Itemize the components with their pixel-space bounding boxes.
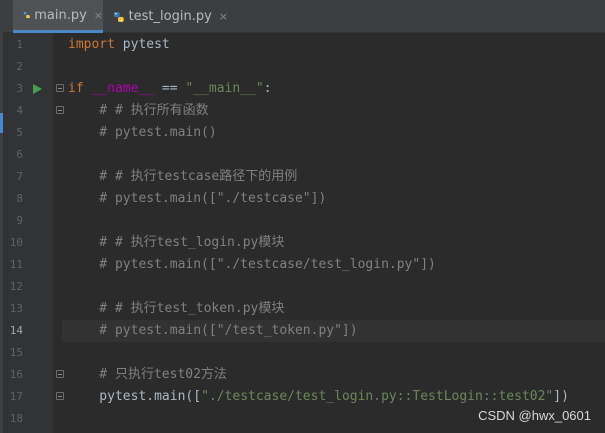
code-line-area[interactable]: if __name__ == "__main__": (62, 78, 605, 100)
line-number: 3 (16, 82, 23, 95)
tab-main-py[interactable]: main.py × (13, 0, 103, 33)
code-line-area[interactable]: # # 执行testcase路径下的用例 (62, 166, 605, 188)
line-number: 13 (9, 302, 23, 315)
line-number: 8 (16, 192, 23, 205)
code-string: "./testcase/test_login.py::TestLogin::te… (201, 389, 554, 404)
code-line[interactable]: pytest.main(["./testcase/test_login.py::… (0, 386, 605, 408)
code-text: # 只执行test02方法 (68, 364, 227, 386)
code-line-area[interactable] (62, 276, 605, 298)
code-string: "__main__" (185, 81, 264, 96)
code-line[interactable]: 6 (0, 144, 605, 166)
code-token: : (263, 81, 272, 96)
close-icon[interactable]: × (94, 9, 103, 22)
code-line-area[interactable]: # pytest.main() (62, 122, 605, 144)
code-line[interactable]: import pytest 1 (0, 34, 605, 56)
watermark: CSDN @hwx_0601 (478, 408, 591, 423)
code-line-area[interactable]: # 只执行test02方法 (62, 364, 605, 386)
code-line-area[interactable]: # pytest.main(["./testcase/test_login.py… (62, 254, 605, 276)
tab-label: main.py (34, 7, 87, 23)
code-comment: # pytest.main(["./testcase"]) (68, 191, 327, 206)
code-text: # pytest.main(["./testcase/test_login.py… (68, 254, 436, 276)
code-line[interactable]: 12 (0, 276, 605, 298)
run-icon[interactable] (33, 84, 42, 94)
code-dunder: __name__ (91, 81, 155, 96)
code-text: # # 执行test_login.py模块 (68, 232, 284, 254)
code-text: # pytest.main(["./testcase"]) (68, 188, 326, 210)
fold-icon[interactable] (56, 370, 64, 378)
line-number: 17 (9, 390, 23, 403)
code-line[interactable]: 9 (0, 210, 605, 232)
code-comment: # # 执行所有函数 (68, 103, 209, 118)
line-number: 4 (16, 104, 23, 117)
code-line-area[interactable] (62, 144, 605, 166)
code-comment: # pytest.main() (68, 125, 217, 140)
code-line-area[interactable]: # # 执行test_token.py模块 (62, 298, 605, 320)
code-comment: # # 执行test_login.py模块 (68, 235, 285, 250)
tab-test-login-py[interactable]: test_login.py × (103, 0, 228, 33)
code-text: # # 执行testcase路径下的用例 (68, 166, 297, 188)
code-token: ]) (553, 389, 569, 404)
line-number: 1 (16, 38, 23, 51)
code-text: # # 执行所有函数 (68, 100, 209, 122)
code-comment: # # 执行test_token.py模块 (68, 301, 285, 316)
code-line[interactable]: # # 执行test_token.py模块 13 (0, 298, 605, 320)
code-line-area[interactable]: # pytest.main(["/test_token.py"]) (62, 320, 605, 342)
line-number: 10 (9, 236, 23, 249)
code-text: if __name__ == "__main__": (68, 78, 272, 100)
line-number: 14 (9, 324, 23, 337)
python-file-icon (113, 11, 124, 22)
line-number: 9 (16, 214, 23, 227)
code-token: pytest (114, 37, 170, 52)
line-number: 2 (16, 60, 23, 73)
code-line[interactable]: # pytest.main(["/test_token.py"]) 14 (0, 320, 605, 342)
code-line[interactable]: # pytest.main(["./testcase/test_login.py… (0, 254, 605, 276)
line-number: 18 (9, 412, 23, 425)
code-keyword: if (68, 81, 84, 96)
fold-icon[interactable] (56, 84, 64, 92)
code-line[interactable]: 15 (0, 342, 605, 364)
code-line-area[interactable]: # # 执行test_login.py模块 (62, 232, 605, 254)
close-icon[interactable]: × (219, 10, 228, 23)
code-line[interactable]: 2 (0, 56, 605, 78)
code-line-area[interactable] (62, 56, 605, 78)
line-number: 7 (16, 170, 23, 183)
line-number: 11 (9, 258, 23, 271)
code-comment: # pytest.main(["./testcase/test_login.py… (68, 257, 436, 272)
code-text: # pytest.main() (68, 122, 217, 144)
code-line-area[interactable] (62, 342, 605, 364)
line-number: 16 (9, 368, 23, 381)
code-comment: # 只执行test02方法 (68, 367, 227, 382)
code-token: == (154, 81, 186, 96)
editor-tab-bar: main.py × test_login.py × (3, 0, 605, 33)
code-line[interactable]: # # 执行test_login.py模块 10 (0, 232, 605, 254)
code-line-area[interactable]: # pytest.main(["./testcase"]) (62, 188, 605, 210)
code-line[interactable]: # 只执行test02方法 16 (0, 364, 605, 386)
code-comment: # # 执行testcase路径下的用例 (68, 169, 298, 184)
fold-icon[interactable] (56, 106, 64, 114)
code-line-area[interactable] (62, 210, 605, 232)
line-number: 5 (16, 126, 23, 139)
code-line-area[interactable]: import pytest (62, 34, 605, 56)
code-text: # # 执行test_token.py模块 (68, 298, 284, 320)
fold-icon[interactable] (56, 392, 64, 400)
code-line-area[interactable]: pytest.main(["./testcase/test_login.py::… (62, 386, 605, 408)
code-line[interactable]: # # 执行testcase路径下的用例 7 (0, 166, 605, 188)
line-number: 15 (9, 346, 23, 359)
code-comment: # pytest.main(["/test_token.py"]) (68, 323, 358, 338)
code-text: import pytest (68, 34, 170, 56)
code-line[interactable]: # # 执行所有函数 4 (0, 100, 605, 122)
code-line[interactable]: if __name__ == "__main__": 3 (0, 78, 605, 100)
code-token: pytest.main([ (68, 389, 202, 404)
code-keyword: import (68, 37, 115, 52)
code-line[interactable]: # pytest.main() 5 (0, 122, 605, 144)
code-text: pytest.main(["./testcase/test_login.py::… (68, 386, 569, 408)
line-number: 12 (9, 280, 23, 293)
code-text: # pytest.main(["/test_token.py"]) (68, 320, 358, 342)
tab-label: test_login.py (128, 9, 212, 24)
python-file-icon (23, 11, 30, 19)
line-number: 6 (16, 148, 23, 161)
code-line[interactable]: # pytest.main(["./testcase"]) 8 (0, 188, 605, 210)
code-line-area[interactable]: # # 执行所有函数 (62, 100, 605, 122)
